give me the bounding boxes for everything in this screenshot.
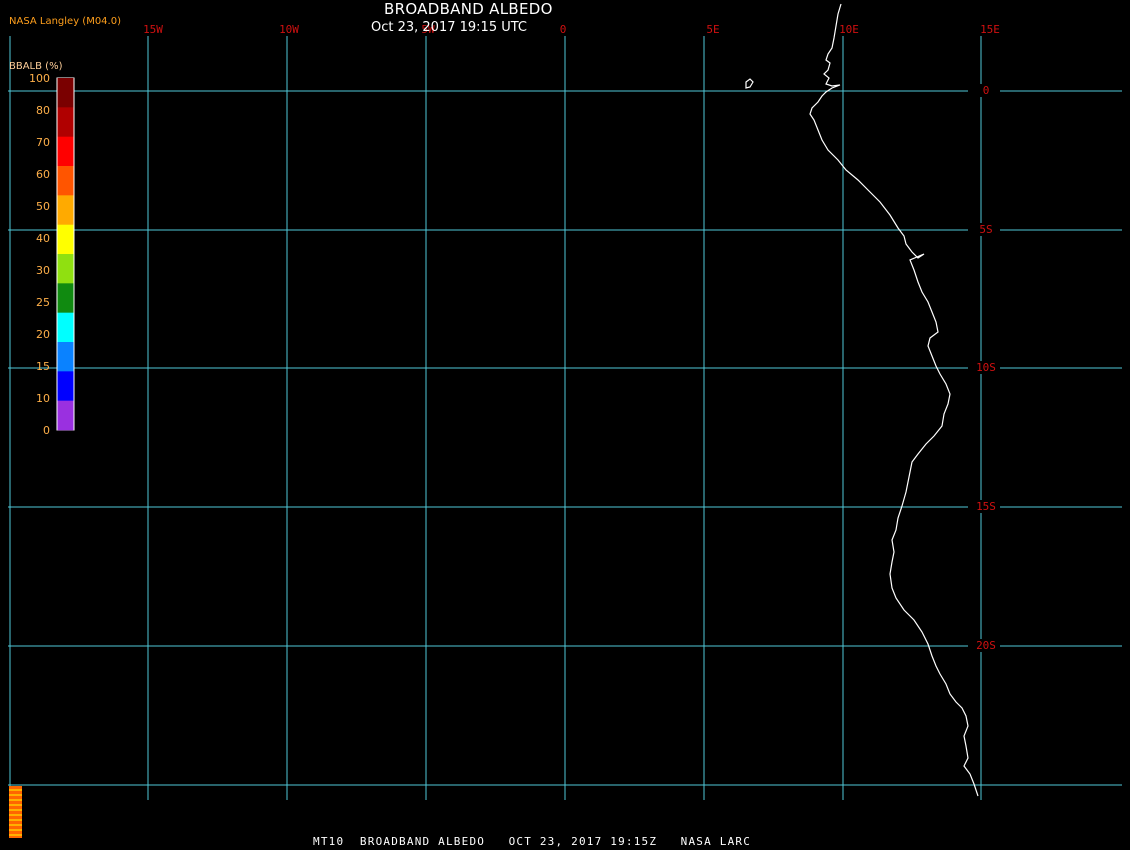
latitude-label: 20S — [976, 639, 996, 652]
color-legend-swatch — [57, 283, 74, 313]
source-credit: NASA Langley (M04.0) — [9, 16, 121, 27]
observation-datetime: Oct 23, 2017 19:15 UTC — [371, 20, 527, 35]
color-legend-tick-label: 10 — [36, 392, 50, 405]
africa-west-coastline — [809, 3, 979, 797]
color-legend-tick-label: 0 — [43, 424, 50, 437]
corner-color-swatch — [9, 786, 22, 838]
color-legend-tick-label: 80 — [36, 104, 50, 117]
color-legend-swatch — [57, 400, 74, 431]
latitude-label: 15S — [976, 500, 996, 513]
color-legend-tick-label: 100 — [29, 72, 50, 85]
longitude-labels: 15W 10W 5W 0 5E 10E 15E — [143, 23, 1000, 36]
color-legend-tick-label: 40 — [36, 232, 50, 245]
color-legend-tick-label: 50 — [36, 200, 50, 213]
color-legend-tick-label: 30 — [36, 264, 50, 277]
bioko-island-outline — [745, 78, 754, 89]
color-legend-swatch — [57, 342, 74, 372]
latitude-label: 5S — [979, 223, 992, 236]
map-title: BROADBAND ALBEDO — [384, 0, 553, 18]
color-legend-swatch — [57, 224, 74, 255]
color-legend-swatch — [57, 254, 74, 284]
longitude-label: 15W — [143, 23, 163, 36]
latitude-labels: 0 5S 10S 15S 20S — [968, 84, 1000, 652]
latitude-label: 10S — [976, 361, 996, 374]
color-legend-swatch — [57, 371, 74, 401]
color-legend-swatch — [57, 78, 74, 108]
footer-caption: MT10 BROADBAND ALBEDO OCT 23, 2017 19:15… — [313, 835, 752, 848]
color-legend-tick-label: 20 — [36, 328, 50, 341]
longitude-label: 10W — [279, 23, 299, 36]
longitude-label: 0 — [560, 23, 567, 36]
coastline — [745, 3, 979, 797]
color-legend-ticks: 100807060504030252015100 — [29, 72, 50, 437]
color-legend-bar — [56, 77, 75, 431]
longitude-label: 15E — [980, 23, 1000, 36]
color-legend-swatch — [57, 195, 74, 225]
legend-title: BBALB (%) — [9, 61, 63, 72]
color-legend-swatch — [57, 107, 74, 137]
color-legend-tick-label: 25 — [36, 296, 50, 309]
latitude-label: 0 — [983, 84, 990, 97]
lat-lon-grid — [8, 36, 1122, 800]
longitude-label: 5E — [706, 23, 719, 36]
longitude-label: 10E — [839, 23, 859, 36]
color-legend-swatch — [57, 166, 74, 196]
color-legend-tick-label: 70 — [36, 136, 50, 149]
color-legend-tick-label: 15 — [36, 360, 50, 373]
color-legend-swatch — [57, 136, 74, 167]
color-legend-tick-label: 60 — [36, 168, 50, 181]
map-canvas: 15W 10W 5W 0 5E 10E 15E 05S10S15S20S 100807060… — [8, 3, 1122, 800]
color-legend-swatch — [57, 312, 74, 343]
